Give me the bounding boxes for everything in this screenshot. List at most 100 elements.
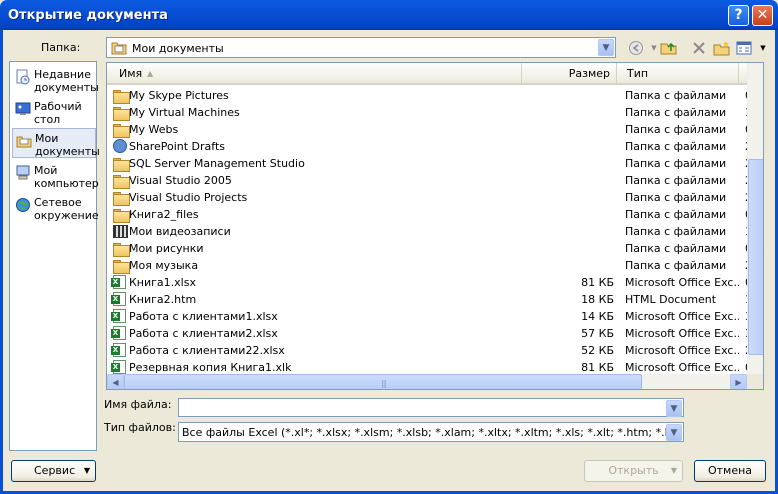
open-button-label: Открыть [608,464,659,477]
file-list[interactable]: Имя ▲ Размер Тип I My Skype Pictures Папк… [106,62,764,390]
scroll-left-button[interactable]: ◀ [107,374,124,389]
up-folder-button[interactable] [660,40,678,56]
list-item[interactable]: Visual Studio ProjectsПапка с файлами2 [107,189,752,206]
list-item-type: HTML Document [625,293,717,306]
chevron-down-icon: ▼ [651,44,657,52]
list-item-type: Папка с файлами [625,191,727,204]
chevron-down-icon: ▼ [670,428,678,438]
excel-file-icon [111,292,129,307]
place-desktop[interactable]: Рабочий стол [12,97,96,127]
help-button[interactable]: ? [728,5,749,26]
list-item-name: Работа с клиентами1.xlsx [129,310,278,323]
list-item[interactable]: Работа с клиентами1.xlsx 14 КБ Microsoft O… [107,308,752,325]
scroll-right-button[interactable]: ▶ [730,374,747,389]
folder-icon [113,207,130,223]
column-header-type[interactable]: Тип [617,63,739,85]
network-icon [15,197,31,213]
list-item-name: My Skype Pictures [129,89,229,102]
list-item[interactable]: My Virtual MachinesПапка с файлами1 [107,104,752,121]
list-item[interactable]: Visual Studio 2005Папка с файлами2 [107,172,752,189]
list-item-name: My Virtual Machines [129,106,240,119]
delete-icon [693,42,705,54]
list-item[interactable]: Работа с клиентами22.xlsx 52 КБ Microsoft … [107,342,752,359]
folder-icon [113,173,130,189]
service-button-label: Сервис [34,464,76,477]
list-item[interactable]: Работа с клиентами2.xlsx 57 КБ Microsoft O… [107,325,752,342]
horizontal-scrollbar[interactable]: ◀ ||| ▶ [107,374,747,389]
column-header-label: Размер [568,67,610,80]
list-item[interactable]: SharePoint DraftsПапка с файлами2 [107,138,752,155]
filename-input[interactable]: ▼ [178,398,684,417]
folder-combo[interactable]: Мои документы ▼ [106,37,616,58]
column-header-size[interactable]: Размер [522,63,617,85]
list-item-name: Книга2.htm [129,293,197,306]
chevron-down-icon: ▼ [760,44,766,52]
list-item[interactable]: Книга2_filesПапка с файлами0 [107,206,752,223]
list-item-size: 18 КБ [581,293,614,306]
list-item-type: Папка с файлами [625,242,727,255]
horizontal-scroll-thumb[interactable]: ||| [124,374,642,389]
place-recent-documents[interactable]: Недавние документы [12,65,99,95]
column-header-label: Тип [627,67,649,80]
list-item-name: Моя музыка [129,259,199,272]
vertical-scrollbar[interactable] [747,63,763,374]
list-rows: My Skype PicturesПапка с файлами0My Virt… [107,87,752,376]
video-folder-icon [113,224,129,239]
folder-icon [113,156,130,172]
chevron-down-icon: ▼ [670,466,677,475]
list-item[interactable]: Моя музыкаПапка с файлами2 [107,257,752,274]
list-item[interactable]: Мои рисункиПапка с файлами0 [107,240,752,257]
list-item-type: Папка с файлами [625,225,727,238]
list-item[interactable]: Мои видеозаписиПапка с файлами1 [107,223,752,240]
list-item[interactable]: SQL Server Management Studio Папка с файл… [107,155,752,172]
list-item-type: Microsoft Office Exc... [625,310,739,323]
place-label: Рабочий стол [34,100,82,126]
list-item-type: Папка с файлами [625,157,727,170]
folder-icon [113,122,130,138]
list-item[interactable]: Книга2.htm18 КБHTML Document1 [107,291,752,308]
list-item-name: Книга2_files [129,208,199,221]
place-my-computer[interactable]: Мой компьютер [12,161,99,191]
filetype-select[interactable]: Все файлы Excel (*.xl*; *.xlsx; *.xlsm; … [178,422,684,442]
place-label: Сетевое окружение [34,196,99,222]
place-my-documents[interactable]: Мои документы [12,128,100,158]
column-header-name[interactable]: Имя ▲ [107,63,522,85]
chevron-right-icon: ▶ [735,378,742,387]
place-label: Мой компьютер [34,164,99,190]
filetype-dropdown-button[interactable]: ▼ [666,424,682,441]
list-item-type: Папка с файлами [625,140,727,153]
list-item[interactable]: My WebsПапка с файлами0 [107,121,752,138]
chevron-down-icon: ▼ [670,404,678,414]
list-item-name: Работа с клиентами22.xlsx [129,344,285,357]
list-item-name: Мои видеозаписи [129,225,231,238]
open-button[interactable]: Открыть ▼ [584,460,683,482]
folder-icon [113,105,130,121]
filetype-label: Тип файлов: [104,421,176,434]
close-button[interactable]: ✕ [752,5,773,26]
list-item-name: SQL Server Management Studio [129,157,305,170]
views-icon [736,41,752,55]
filename-dropdown-button[interactable]: ▼ [666,400,682,417]
list-item-type: Microsoft Office Exc... [625,276,739,289]
grip-icon: ||| [381,379,387,388]
excel-file-icon [111,343,129,358]
list-item[interactable]: Книга1.xlsx81 КБMicrosoft Office Exc...0 [107,274,752,291]
sort-ascending-icon: ▲ [147,69,154,78]
list-item-type: Папка с файлами [625,89,727,102]
views-dropdown[interactable]: ▼ [754,40,772,56]
window-title: Открытие документа [8,8,168,23]
places-bar: Недавние документы Рабочий стол Мои доку… [9,61,100,451]
views-button[interactable] [736,40,754,56]
new-folder-button[interactable] [713,40,731,56]
excel-file-icon [111,326,129,341]
place-network[interactable]: Сетевое окружение [12,193,99,223]
list-item-type: Папка с файлами [625,174,727,187]
excel-file-icon [111,275,129,290]
folder-dropdown-button[interactable]: ▼ [598,39,614,56]
back-button[interactable] [627,40,645,56]
vertical-scroll-thumb[interactable] [748,159,763,355]
service-button[interactable]: Сервис ▼ [11,460,96,482]
delete-button[interactable] [690,40,708,56]
list-item[interactable]: My Skype PicturesПапка с файлами0 [107,87,752,104]
cancel-button[interactable]: Отмена [694,460,766,482]
